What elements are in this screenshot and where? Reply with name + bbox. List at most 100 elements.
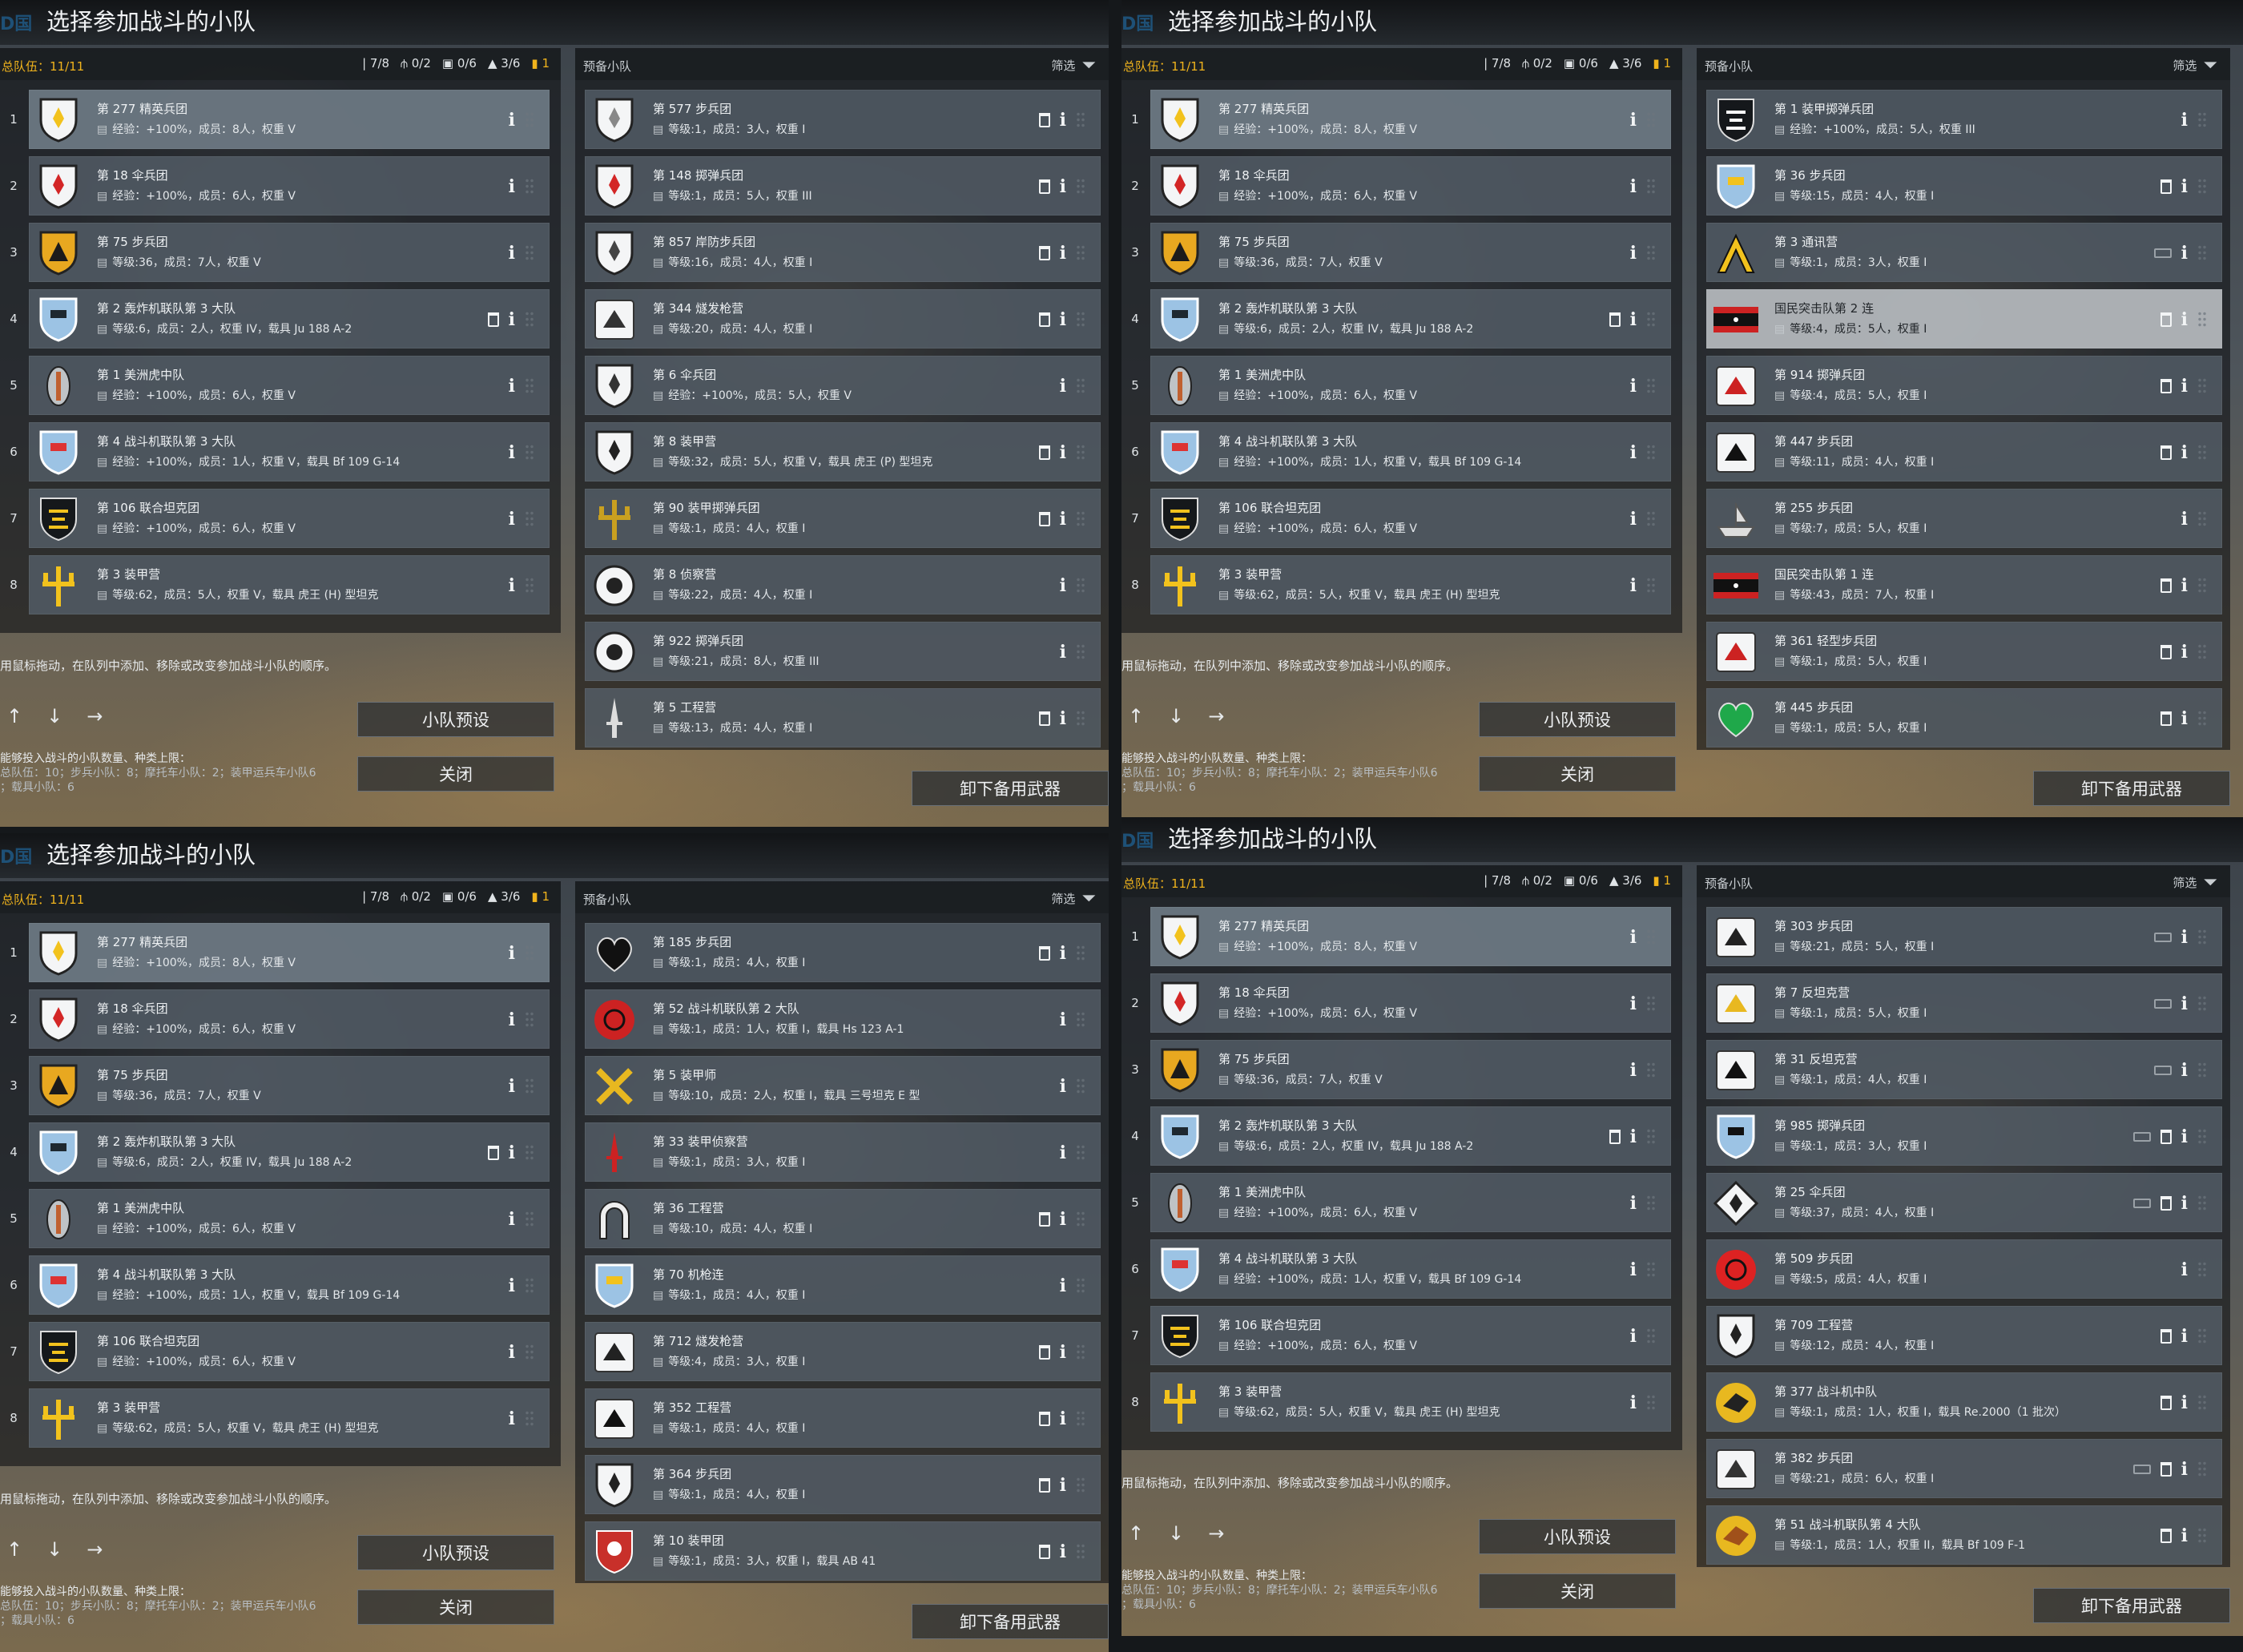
active-squad-row[interactable]: 4 第 2 轰炸机联队第 3 大队 ▤ 等级:6，成员：2人，权重 IV，载具 Ju … [1131, 1106, 1671, 1166]
reserve-squad-row[interactable]: 第 509 步兵团 ▤ 等级:5，成员：4人，权重 I i [1706, 1239, 2222, 1299]
drag-handle-icon[interactable] [1076, 111, 1085, 129]
reserve-squad-row[interactable]: 第 3 通讯营 ▤ 等级:1，成员：3人，权重 I i [1706, 223, 2222, 282]
reserve-squad-row[interactable]: 第 922 掷弹兵团 ▤ 等级:21，成员：8人，权重 III i [585, 622, 1101, 681]
reserve-squad-row[interactable]: 第 712 燧发枪营 ▤ 等级:4，成员：3人，权重 I i [585, 1322, 1101, 1381]
info-icon[interactable]: i [1060, 243, 1066, 264]
trash-icon[interactable] [2160, 1396, 2172, 1410]
drag-handle-icon[interactable] [525, 244, 534, 262]
drag-handle-icon[interactable] [1076, 1344, 1085, 1361]
info-icon[interactable]: i [509, 509, 515, 530]
trash-icon[interactable] [1038, 946, 1050, 961]
reserve-squad-row[interactable]: 第 5 工程营 ▤ 等级:13，成员：4人，权重 I i [585, 688, 1101, 747]
active-squad-row[interactable]: 3 第 75 步兵团 ▤ 等级:36，成员：7人，权重 V i [10, 1056, 550, 1115]
reserve-squad-row[interactable]: 第 36 工程营 ▤ 等级:10，成员：4人，权重 I i [585, 1189, 1101, 1248]
drag-handle-icon[interactable] [1076, 710, 1085, 727]
close-button[interactable]: 关闭 [1479, 756, 1676, 792]
info-icon[interactable]: i [509, 1076, 515, 1097]
info-icon[interactable]: i [2181, 1326, 2188, 1347]
drag-handle-icon[interactable] [2197, 710, 2207, 727]
trash-icon[interactable] [1038, 1345, 1050, 1360]
drag-handle-icon[interactable] [1646, 178, 1656, 195]
reserve-squad-row[interactable]: 第 985 掷弹兵团 ▤ 等级:1，成员：3人，权重 I i [1706, 1106, 2222, 1166]
trash-icon[interactable] [2160, 645, 2172, 659]
unload-backup-weapons-button[interactable]: 卸下备用武器 [2033, 771, 2230, 806]
drag-handle-icon[interactable] [1646, 1195, 1656, 1212]
trash-icon[interactable] [1038, 113, 1050, 127]
trash-icon[interactable] [1038, 1545, 1050, 1559]
trash-icon[interactable] [2160, 179, 2172, 194]
reserve-squad-row[interactable]: 第 31 反坦克营 ▤ 等级:1，成员：4人，权重 I i [1706, 1040, 2222, 1099]
drag-handle-icon[interactable] [1646, 1261, 1656, 1279]
drag-handle-icon[interactable] [525, 178, 534, 195]
drag-handle-icon[interactable] [2197, 1527, 2207, 1545]
active-squad-row[interactable]: 1 第 277 精英兵团 ▤ 经验：+100%，成员：8人，权重 V i [10, 923, 550, 982]
info-icon[interactable]: i [1060, 376, 1066, 397]
active-squad-row[interactable]: 7 第 106 联合坦克团 ▤ 经验：+100%，成员：6人，权重 V i [1131, 1306, 1671, 1365]
close-button[interactable]: 关闭 [357, 1590, 554, 1625]
squad-preset-button[interactable]: 小队预设 [1479, 1519, 1676, 1554]
drag-handle-icon[interactable] [1076, 945, 1085, 962]
drag-handle-icon[interactable] [2197, 444, 2207, 461]
drag-handle-icon[interactable] [525, 1144, 534, 1162]
active-squad-row[interactable]: 5 第 1 美洲虎中队 ▤ 经验：+100%，成员：6人，权重 V i [1131, 1173, 1671, 1232]
trash-icon[interactable] [2160, 1196, 2172, 1211]
active-squad-row[interactable]: 7 第 106 联合坦克团 ▤ 经验：+100%，成员：6人，权重 V i [1131, 489, 1671, 548]
active-squad-row[interactable]: 1 第 277 精英兵团 ▤ 经验：+100%，成员：8人，权重 V i [1131, 90, 1671, 149]
reserve-squad-row[interactable]: 第 255 步兵团 ▤ 等级:7，成员：5人，权重 I i [1706, 489, 2222, 548]
active-squad-row[interactable]: 5 第 1 美洲虎中队 ▤ 经验：+100%，成员：6人，权重 V i [10, 1189, 550, 1248]
squad-preset-button[interactable]: 小队预设 [357, 1535, 554, 1570]
info-icon[interactable]: i [2181, 176, 2188, 197]
move-down-icon[interactable]: ↓ [1168, 1522, 1184, 1545]
active-squad-row[interactable]: 2 第 18 伞兵团 ▤ 经验：+100%，成员：6人，权重 V i [1131, 973, 1671, 1033]
info-icon[interactable]: i [1630, 309, 1637, 330]
unload-backup-weapons-button[interactable]: 卸下备用武器 [912, 1604, 1109, 1639]
drag-handle-icon[interactable] [1076, 444, 1085, 461]
info-icon[interactable]: i [1630, 1126, 1637, 1147]
reserve-squad-row[interactable]: 第 90 装甲掷弹兵团 ▤ 等级:1，成员：4人，权重 I i [585, 489, 1101, 548]
drag-handle-icon[interactable] [525, 1078, 534, 1095]
trash-icon[interactable] [2160, 1529, 2172, 1543]
drag-handle-icon[interactable] [1076, 510, 1085, 528]
drag-handle-icon[interactable] [2197, 1328, 2207, 1345]
reserve-squad-row[interactable]: 第 25 伞兵团 ▤ 等级:37，成员：4人，权重 I i [1706, 1173, 2222, 1232]
info-icon[interactable]: i [1060, 309, 1066, 330]
info-icon[interactable]: i [1060, 442, 1066, 463]
drag-handle-icon[interactable] [2197, 311, 2207, 328]
trash-icon[interactable] [2160, 1130, 2172, 1144]
drag-handle-icon[interactable] [1076, 311, 1085, 328]
info-icon[interactable]: i [1630, 1259, 1637, 1280]
drag-handle-icon[interactable] [525, 1277, 534, 1295]
reserve-squad-row[interactable]: 第 51 战斗机联队第 4 大队 ▤ 等级:1，成员：1人，权重 II，载具 Bf … [1706, 1505, 2222, 1565]
active-squad-row[interactable]: 7 第 106 联合坦克团 ▤ 经验：+100%，成员：6人，权重 V i [10, 489, 550, 548]
info-icon[interactable]: i [509, 176, 515, 197]
drag-handle-icon[interactable] [1076, 178, 1085, 195]
info-icon[interactable]: i [2181, 708, 2188, 729]
info-icon[interactable]: i [2181, 1060, 2188, 1081]
active-squad-row[interactable]: 1 第 277 精英兵团 ▤ 经验：+100%，成员：8人，权重 V i [1131, 907, 1671, 966]
active-squad-row[interactable]: 6 第 4 战斗机联队第 3 大队 ▤ 经验：+100%，成员：1人，权重 V，载具 … [10, 422, 550, 481]
info-icon[interactable]: i [1060, 1408, 1066, 1429]
active-squad-row[interactable]: 2 第 18 伞兵团 ▤ 经验：+100%，成员：6人，权重 V i [10, 989, 550, 1049]
drag-handle-icon[interactable] [1076, 1477, 1085, 1494]
info-icon[interactable]: i [2181, 575, 2188, 596]
drag-handle-icon[interactable] [2197, 178, 2207, 195]
trash-icon[interactable] [487, 1146, 499, 1160]
active-squad-row[interactable]: 2 第 18 伞兵团 ▤ 经验：+100%，成员：6人，权重 V i [10, 156, 550, 216]
info-icon[interactable]: i [2181, 1459, 2188, 1480]
drag-handle-icon[interactable] [2197, 643, 2207, 661]
info-icon[interactable]: i [509, 309, 515, 330]
reserve-squad-row[interactable]: 第 8 装甲营 ▤ 等级:32，成员：5人，权重 V，载具 虎王 (P) 型坦克 i [585, 422, 1101, 481]
drag-handle-icon[interactable] [1076, 1277, 1085, 1295]
drag-handle-icon[interactable] [525, 945, 534, 962]
active-squad-row[interactable]: 8 第 3 装甲营 ▤ 等级:62，成员：5人，权重 V，载具 虎王 (H) 型坦克 i [1131, 1372, 1671, 1432]
info-icon[interactable]: i [2181, 1193, 2188, 1214]
info-icon[interactable]: i [509, 1342, 515, 1363]
move-down-icon[interactable]: ↓ [46, 705, 62, 727]
active-squad-row[interactable]: 4 第 2 轰炸机联队第 3 大队 ▤ 等级:6，成员：2人，权重 IV，载具 Ju … [10, 289, 550, 349]
active-squad-row[interactable]: 7 第 106 联合坦克团 ▤ 经验：+100%，成员：6人，权重 V i [10, 1322, 550, 1381]
reserve-squad-row[interactable]: 第 303 步兵团 ▤ 等级:21，成员：5人，权重 I i [1706, 907, 2222, 966]
active-squad-row[interactable]: 6 第 4 战斗机联队第 3 大队 ▤ 经验：+100%，成员：1人，权重 V，载具 … [1131, 1239, 1671, 1299]
drag-handle-icon[interactable] [1076, 1144, 1085, 1162]
info-icon[interactable]: i [1060, 1275, 1066, 1296]
info-icon[interactable]: i [509, 1209, 515, 1230]
